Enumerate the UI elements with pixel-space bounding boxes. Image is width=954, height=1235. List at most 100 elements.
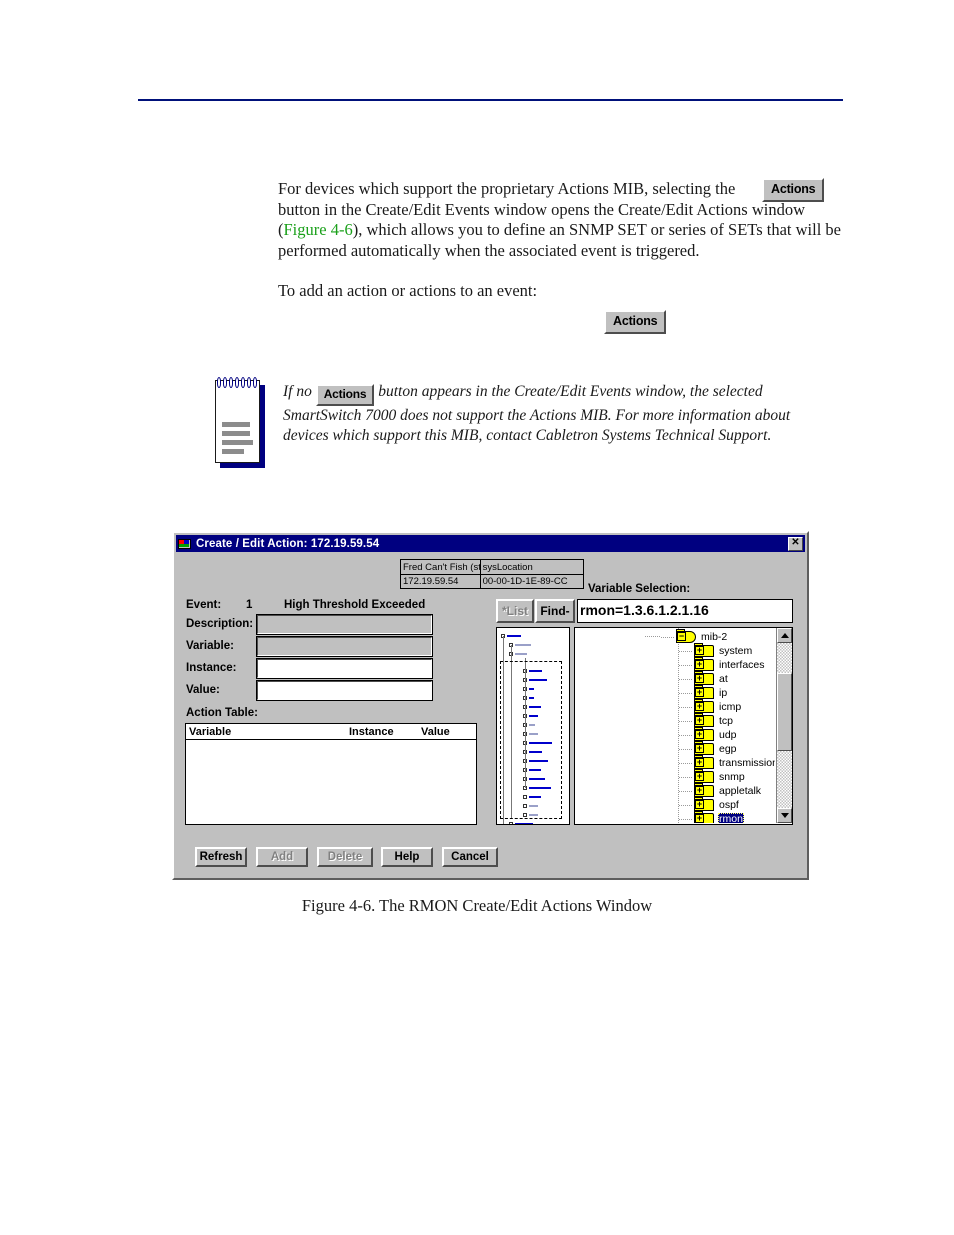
expand-icon[interactable]: + — [695, 800, 704, 809]
figure-caption: Figure 4-6. The RMON Create/Edit Actions… — [301, 896, 653, 915]
collapse-icon[interactable]: − — [677, 632, 686, 641]
expand-icon[interactable]: + — [695, 646, 704, 655]
tree-scrollbar[interactable] — [776, 628, 792, 823]
mib-tree-pane[interactable]: − mib-2 + system + interfaces + at + ip + icmp + tcp +… — [574, 627, 793, 825]
folder-closed-icon[interactable]: + — [694, 769, 714, 783]
mib-tree-node[interactable]: + system — [679, 643, 753, 658]
folder-closed-icon[interactable]: + — [694, 755, 714, 769]
action-table[interactable]: Variable Instance Value — [185, 723, 477, 825]
folder-closed-icon[interactable]: + — [694, 671, 714, 685]
value-input[interactable] — [256, 680, 433, 701]
mib-tree-node[interactable]: + snmp — [679, 769, 746, 784]
mib-node-label[interactable]: transmission — [718, 757, 775, 769]
mib-tree-node[interactable]: + appletalk — [679, 783, 762, 798]
mib-tree-node[interactable]: − mib-2 — [661, 629, 728, 644]
mib-tree-node[interactable]: + at — [679, 671, 729, 686]
mib-node-label[interactable]: snmp — [718, 771, 746, 783]
mib-tree-node[interactable]: + rmon — [679, 811, 744, 823]
mib-tree-node[interactable]: + interfaces — [679, 657, 766, 672]
scroll-down-icon[interactable] — [777, 808, 792, 823]
folder-closed-icon[interactable]: + — [694, 699, 714, 713]
info-header-device: Fred Can't Fish (sti — [403, 560, 481, 574]
mib-node-label[interactable]: ip — [718, 687, 728, 699]
expand-icon[interactable]: + — [695, 674, 704, 683]
variable-field — [256, 636, 433, 657]
dialog-title: Create / Edit Action: 172.19.59.54 — [196, 537, 380, 550]
action-table-body — [186, 740, 476, 824]
action-table-label: Action Table: — [186, 707, 258, 719]
expand-icon[interactable]: + — [695, 758, 704, 767]
mib-node-label[interactable]: at — [718, 673, 729, 685]
folder-closed-icon[interactable]: + — [694, 797, 714, 811]
figure-4-6-link[interactable]: Figure 4-6 — [284, 220, 353, 239]
expand-icon[interactable]: + — [695, 660, 704, 669]
folder-closed-icon[interactable]: + — [694, 783, 714, 797]
expand-icon[interactable]: + — [695, 730, 704, 739]
variable-selection-input[interactable]: rmon=1.3.6.1.2.1.16 — [577, 599, 793, 623]
tree-connector — [679, 650, 693, 652]
tree-connector — [661, 636, 675, 638]
scroll-up-icon[interactable] — [777, 628, 792, 643]
actions-button-note[interactable]: Actions — [315, 384, 375, 406]
folder-closed-icon[interactable]: + — [694, 685, 714, 699]
expand-icon[interactable]: + — [695, 688, 704, 697]
mib-tree-node[interactable]: + ip — [679, 685, 728, 700]
expand-icon[interactable]: + — [695, 702, 704, 711]
refresh-button[interactable]: Refresh — [195, 847, 247, 867]
mib-node-label[interactable]: egp — [718, 743, 738, 755]
folder-closed-icon[interactable]: + — [694, 713, 714, 727]
notepad-icon — [215, 377, 265, 468]
folder-open-icon[interactable]: − — [676, 629, 696, 643]
overview-node-bar — [515, 823, 533, 824]
find-button[interactable]: Find-> — [535, 599, 575, 638]
folder-closed-icon[interactable]: + — [694, 811, 714, 823]
mib-tree-node[interactable]: + udp — [679, 727, 738, 742]
mib-node-label[interactable]: icmp — [718, 701, 742, 713]
dialog-title-bar[interactable]: Create / Edit Action: 172.19.59.54 ✕ — [176, 535, 805, 552]
expand-icon[interactable]: + — [695, 814, 704, 823]
tree-connector — [679, 664, 693, 666]
column-header-value: Value — [421, 725, 450, 738]
mib-tree-overview-map[interactable] — [496, 627, 570, 825]
mib-node-label[interactable]: tcp — [718, 715, 734, 727]
scrollbar-thumb[interactable] — [777, 673, 792, 751]
folder-closed-icon[interactable]: + — [694, 657, 714, 671]
note-block: If no Actions button appears in the Crea… — [215, 377, 835, 476]
event-name: High Threshold Exceeded — [284, 599, 426, 611]
mib-node-label[interactable]: interfaces — [718, 659, 766, 671]
mib-node-label[interactable]: rmon — [718, 813, 744, 823]
mib-node-label[interactable]: ospf — [718, 799, 740, 811]
tree-root-connector — [645, 636, 661, 637]
mib-tree-node[interactable]: + ospf — [679, 797, 740, 812]
mib-tree-node[interactable]: + transmission — [679, 755, 775, 770]
action-table-header: Variable Instance Value — [186, 724, 476, 740]
mib-node-label[interactable]: system — [718, 645, 753, 657]
mib-node-label[interactable]: mib-2 — [700, 631, 728, 643]
expand-icon[interactable]: + — [695, 716, 704, 725]
list-button[interactable]: *List — [496, 599, 534, 623]
expand-icon[interactable]: + — [695, 772, 704, 781]
actions-button-standalone[interactable]: Actions — [604, 310, 667, 334]
mib-node-label[interactable]: udp — [718, 729, 738, 741]
folder-closed-icon[interactable]: + — [694, 727, 714, 741]
actions-button-inline[interactable]: Actions — [762, 178, 825, 202]
close-icon[interactable]: ✕ — [788, 536, 803, 551]
overview-viewport-indicator[interactable] — [500, 661, 562, 819]
expand-icon[interactable]: + — [695, 744, 704, 753]
add-button[interactable]: Add — [256, 847, 308, 867]
delete-button[interactable]: Delete — [317, 847, 373, 867]
folder-closed-icon[interactable]: + — [694, 643, 714, 657]
note-text: If no Actions button appears in the Crea… — [283, 382, 835, 446]
help-button[interactable]: Help — [381, 847, 433, 867]
note-text-before: If no — [283, 383, 316, 400]
info-table-value-row: 172.19.59.54 00-00-1D-1E-89-CC — [401, 574, 583, 588]
mib-tree-node[interactable]: + tcp — [679, 713, 734, 728]
cancel-button[interactable]: Cancel — [442, 847, 498, 867]
mib-tree-node[interactable]: + egp — [679, 741, 738, 756]
overview-node-bar — [515, 653, 527, 655]
expand-icon[interactable]: + — [695, 786, 704, 795]
instance-input[interactable] — [256, 658, 433, 679]
mib-node-label[interactable]: appletalk — [718, 785, 762, 797]
folder-closed-icon[interactable]: + — [694, 741, 714, 755]
mib-tree-node[interactable]: + icmp — [679, 699, 742, 714]
